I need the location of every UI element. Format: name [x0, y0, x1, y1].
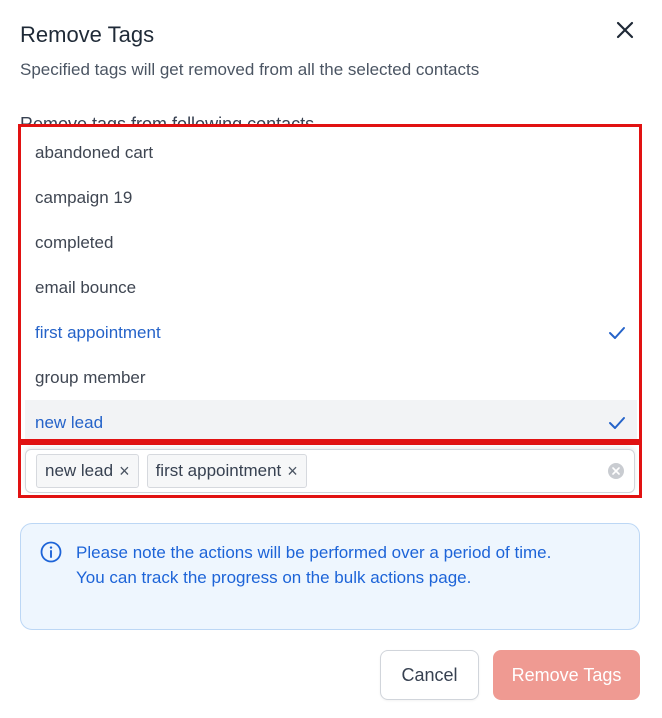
- option-label: abandoned cart: [35, 142, 154, 162]
- option-email-bounce[interactable]: email bounce: [25, 265, 637, 310]
- option-label: group member: [35, 367, 146, 387]
- option-label: new lead: [35, 412, 104, 432]
- cancel-button[interactable]: Cancel: [380, 650, 479, 700]
- option-abandoned-cart[interactable]: abandoned cart: [25, 130, 637, 175]
- option-completed[interactable]: completed: [25, 220, 637, 265]
- remove-tags-button[interactable]: Remove Tags: [493, 650, 640, 700]
- close-icon-glyph: [616, 21, 634, 39]
- remove-tag-icon[interactable]: ×: [287, 462, 298, 480]
- tag-chip-label: first appointment: [155, 461, 282, 480]
- tag-chip: new lead ×: [36, 454, 139, 488]
- page-title: Remove Tags: [20, 22, 155, 47]
- option-label: campaign 19: [35, 187, 133, 207]
- option-label: email bounce: [35, 277, 137, 297]
- section-label: Remove tags from following contacts: [20, 114, 315, 124]
- option-first-appointment[interactable]: first appointment: [25, 310, 637, 355]
- tag-multiselect-input[interactable]: new lead × first appointment ×: [25, 449, 635, 493]
- tag-dropdown-list: abandoned cart campaign 19 completed ema…: [18, 124, 642, 442]
- info-icon: [40, 541, 62, 563]
- close-icon[interactable]: [612, 20, 638, 46]
- checkmark-icon: [607, 323, 627, 343]
- clear-all-icon[interactable]: [608, 463, 624, 479]
- tag-input-highlight: new lead × first appointment ×: [18, 442, 642, 498]
- dialog-subtitle: Specified tags will get removed from all…: [20, 60, 480, 79]
- option-group-member[interactable]: group member: [25, 355, 637, 400]
- option-label: completed: [35, 232, 114, 252]
- checkmark-icon: [607, 413, 627, 433]
- remove-tag-icon[interactable]: ×: [119, 462, 130, 480]
- tag-chip-label: new lead: [45, 461, 114, 480]
- option-label: first appointment: [35, 322, 161, 342]
- info-notice: Please note the actions will be performe…: [20, 523, 640, 630]
- tag-chip: first appointment ×: [146, 454, 307, 488]
- notice-text: Please note the actions will be performe…: [76, 543, 552, 587]
- option-campaign-19[interactable]: campaign 19: [25, 175, 637, 220]
- option-new-lead[interactable]: new lead: [25, 400, 637, 439]
